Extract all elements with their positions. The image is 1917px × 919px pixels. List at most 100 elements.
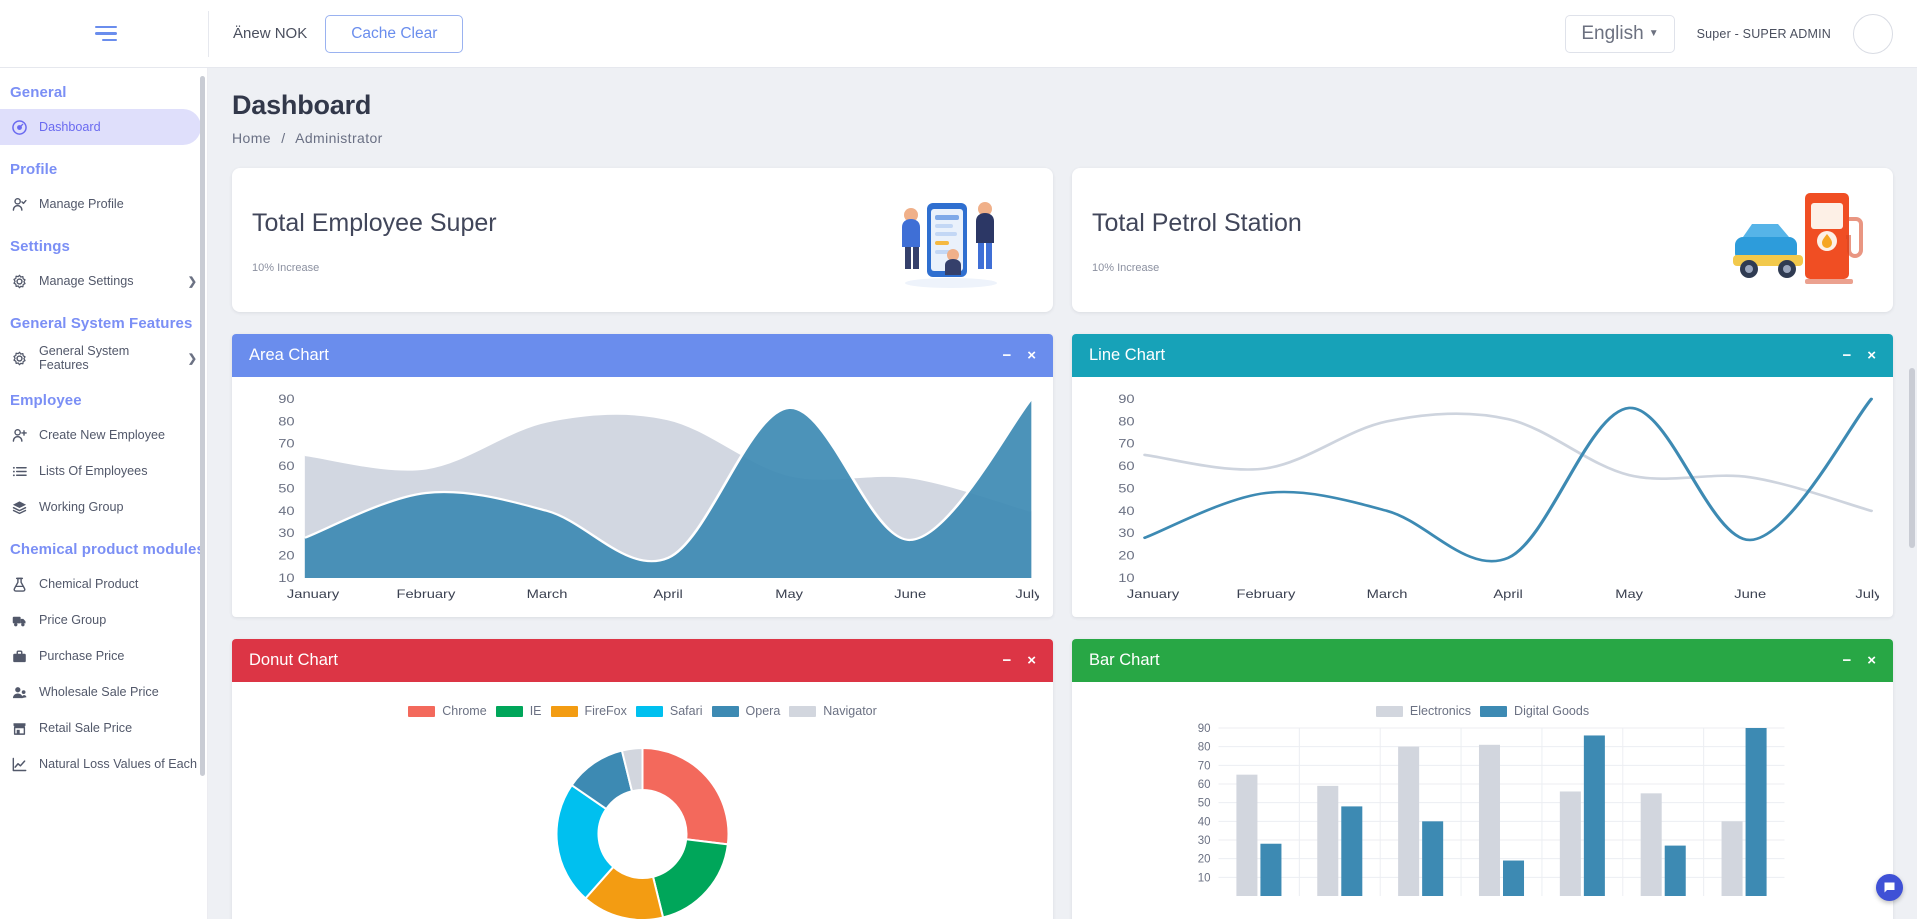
legend-label: Navigator xyxy=(823,704,877,718)
panel-title: Line Chart xyxy=(1089,346,1165,365)
fuel-station-illustration xyxy=(1721,185,1871,295)
line-chart-col: Line Chart − × 102030405060708090January… xyxy=(1072,334,1893,617)
stat-card-col: Total Employee Super 10% Increase xyxy=(232,168,1053,312)
main-scrollbar[interactable] xyxy=(1909,368,1915,548)
close-icon[interactable]: × xyxy=(1027,653,1036,668)
svg-text:January: January xyxy=(1127,588,1180,601)
breadcrumb-home[interactable]: Home xyxy=(232,130,271,146)
sidebar-item-create-new-employee[interactable]: Create New Employee xyxy=(0,417,207,453)
svg-text:July: July xyxy=(1015,588,1039,601)
sidebar-item-lists-of-employees[interactable]: Lists Of Employees xyxy=(0,453,207,489)
svg-text:February: February xyxy=(1237,588,1296,601)
chevron-down-icon: ▼ xyxy=(1649,28,1659,39)
svg-text:60: 60 xyxy=(1198,779,1211,791)
layers-icon xyxy=(11,499,28,516)
minimize-icon[interactable]: − xyxy=(1002,653,1011,668)
close-icon[interactable]: × xyxy=(1867,653,1876,668)
sidebar-item-purchase-price[interactable]: Purchase Price xyxy=(0,638,207,674)
donut-chart[interactable] xyxy=(246,722,1039,919)
legend-label: Electronics xyxy=(1410,704,1471,718)
stat-card-col: Total Petrol Station 10% Increase xyxy=(1072,168,1893,312)
avatar[interactable] xyxy=(1853,14,1893,54)
svg-text:70: 70 xyxy=(1198,760,1211,772)
legend-swatch xyxy=(712,706,739,717)
legend-label: Opera xyxy=(746,704,781,718)
speedometer-icon xyxy=(11,119,28,136)
svg-text:20: 20 xyxy=(278,549,294,562)
chat-bubble-icon[interactable] xyxy=(1876,874,1903,901)
stat-card-row: Total Employee Super 10% Increase xyxy=(208,168,1917,312)
hamburger-bar xyxy=(95,32,117,35)
sidebar-item-chemical-product[interactable]: Chemical Product xyxy=(0,566,207,602)
sidebar-section-heading: General xyxy=(0,68,207,109)
sidebar-scrollbar[interactable] xyxy=(200,76,205,776)
sidebar-item-manage-settings[interactable]: Manage Settings❯ xyxy=(0,263,207,299)
sidebar-item-label: Manage Settings xyxy=(39,274,134,288)
area-chart[interactable]: 102030405060708090JanuaryFebruaryMarchAp… xyxy=(246,391,1039,611)
legend-swatch xyxy=(496,706,523,717)
panel-area-chart: Area Chart − × 102030405060708090January… xyxy=(232,334,1053,617)
navbar-middle: Änew NOK Cache Clear xyxy=(209,15,463,53)
gear-icon xyxy=(11,350,28,367)
legend-item[interactable]: IE xyxy=(496,704,542,718)
panel-line-chart: Line Chart − × 102030405060708090January… xyxy=(1072,334,1893,617)
minimize-icon[interactable]: − xyxy=(1842,653,1851,668)
sidebar-item-label: Create New Employee xyxy=(39,428,165,442)
svg-text:June: June xyxy=(894,588,926,601)
chart-row-bottom: Donut Chart − × ChromeIEFireFoxSafariOpe… xyxy=(208,639,1917,919)
hamburger-icon[interactable] xyxy=(91,26,117,42)
language-selector[interactable]: English ▼ xyxy=(1565,15,1674,53)
minimize-icon[interactable]: − xyxy=(1002,348,1011,363)
panel-tools: − × xyxy=(1002,653,1036,668)
briefcase-icon xyxy=(11,648,28,665)
sidebar-item-manage-profile[interactable]: Manage Profile xyxy=(0,186,207,222)
svg-text:80: 80 xyxy=(1118,415,1134,428)
user-role-label: Super - SUPER ADMIN xyxy=(1697,27,1831,41)
stat-card-total-employee[interactable]: Total Employee Super 10% Increase xyxy=(232,168,1053,312)
svg-text:10: 10 xyxy=(1118,572,1134,585)
language-label: English xyxy=(1581,23,1643,45)
stat-card-total-petrol-station[interactable]: Total Petrol Station 10% Increase xyxy=(1072,168,1893,312)
legend-item[interactable]: Navigator xyxy=(789,704,877,718)
shop-icon xyxy=(11,720,28,737)
svg-text:90: 90 xyxy=(1118,393,1134,406)
panel-body-donut: Chrome IE FireFox Safari Opera Navigator xyxy=(232,682,1053,919)
minimize-icon[interactable]: − xyxy=(1842,348,1851,363)
sidebar-item-retail-sale-price[interactable]: Retail Sale Price xyxy=(0,710,207,746)
donut-legend: Chrome IE FireFox Safari Opera Navigator xyxy=(246,696,1039,722)
legend-item[interactable]: Electronics xyxy=(1376,704,1471,718)
sidebar-item-wholesale-sale-price[interactable]: Wholesale Sale Price xyxy=(0,674,207,710)
sidebar-item-dashboard[interactable]: Dashboard xyxy=(0,109,201,145)
sidebar-item-working-group[interactable]: Working Group xyxy=(0,489,207,525)
svg-text:70: 70 xyxy=(278,437,294,450)
svg-text:January: January xyxy=(287,588,340,601)
sidebar-item-label: Retail Sale Price xyxy=(39,721,132,735)
bar-chart[interactable]: 908070605040302010 xyxy=(1086,722,1879,919)
legend-label: Safari xyxy=(670,704,703,718)
legend-item[interactable]: Chrome xyxy=(408,704,486,718)
legend-item[interactable]: Digital Goods xyxy=(1480,704,1589,718)
panel-header-area: Area Chart − × xyxy=(232,334,1053,377)
page-title: Dashboard xyxy=(232,90,1917,121)
legend-item[interactable]: Opera xyxy=(712,704,781,718)
sidebar-item-label: Price Group xyxy=(39,613,106,627)
svg-text:90: 90 xyxy=(278,393,294,406)
sidebar-item-label: Working Group xyxy=(39,500,123,514)
sidebar-item-price-group[interactable]: Price Group xyxy=(0,602,207,638)
close-icon[interactable]: × xyxy=(1867,348,1876,363)
stat-card-subtitle: 10% Increase xyxy=(252,262,881,274)
sidebar-item-general-system-features[interactable]: General System Features❯ xyxy=(0,340,207,376)
legend-item[interactable]: Safari xyxy=(636,704,703,718)
legend-item[interactable]: FireFox xyxy=(551,704,627,718)
user-group-icon xyxy=(11,684,28,701)
line-chart[interactable]: 102030405060708090JanuaryFebruaryMarchAp… xyxy=(1086,391,1879,611)
svg-text:50: 50 xyxy=(1198,798,1211,810)
close-icon[interactable]: × xyxy=(1027,348,1036,363)
breadcrumb-current: Administrator xyxy=(295,130,383,146)
cache-clear-button[interactable]: Cache Clear xyxy=(325,15,463,53)
top-navbar: Änew NOK Cache Clear English ▼ Super - S… xyxy=(0,0,1917,68)
sidebar-item-natural-loss-values-of-each[interactable]: Natural Loss Values of Each xyxy=(0,746,207,782)
sidebar-item-label: Lists Of Employees xyxy=(39,464,148,478)
legend-swatch xyxy=(636,706,663,717)
stat-card-subtitle: 10% Increase xyxy=(1092,262,1721,274)
